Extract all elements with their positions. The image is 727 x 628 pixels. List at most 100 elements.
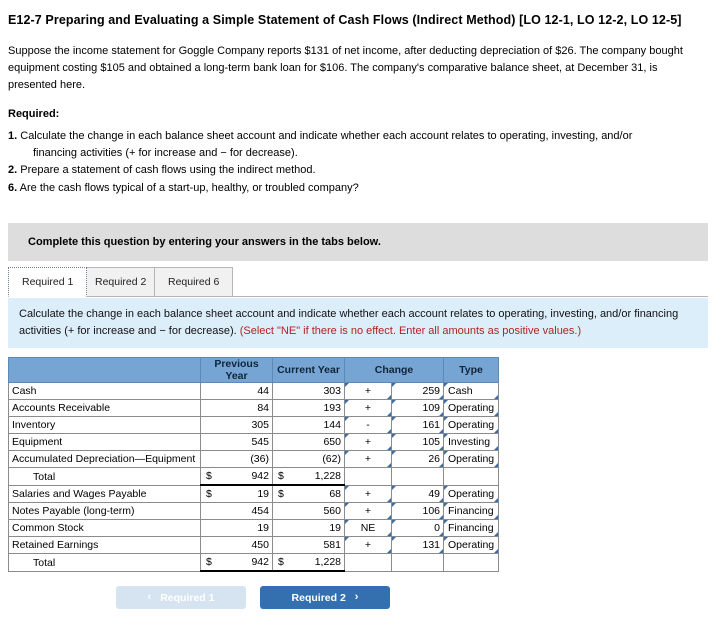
row-change-sign-select[interactable]: +: [344, 484, 392, 504]
row-change-sign-select[interactable]: +: [344, 536, 392, 555]
next-required-label: Required 2: [291, 591, 346, 604]
table-row: Total $942 $1,228: [8, 467, 500, 487]
row-change-amount-blank: [390, 553, 445, 572]
row-type-select[interactable]: Financing: [443, 519, 500, 538]
required-item: 1. Calculate the change in each balance …: [8, 128, 717, 161]
row-change-sign-select[interactable]: +: [344, 433, 392, 452]
row-change-amount-input[interactable]: 131: [390, 536, 445, 555]
row-change-amount-input[interactable]: 49: [390, 484, 445, 504]
row-change-sign-select[interactable]: -: [344, 416, 392, 435]
row-account-label: Common Stock: [8, 519, 201, 538]
row-type-select[interactable]: Operating: [443, 484, 500, 504]
row-type-select[interactable]: Financing: [443, 502, 500, 521]
previous-required-button[interactable]: ‹ Required 1: [116, 586, 246, 610]
row-account-label: Salaries and Wages Payable: [8, 484, 201, 504]
chevron-right-icon: ›: [354, 591, 359, 604]
dollar-sign: $: [278, 488, 284, 501]
row-type-blank: [443, 553, 500, 572]
row-current-year-value: 581: [323, 539, 341, 552]
row-current-year: 560: [272, 502, 345, 521]
exercise-page: E12-7 Preparing and Evaluating a Simple …: [0, 0, 727, 610]
row-type-select[interactable]: Operating: [443, 399, 500, 418]
row-type-select[interactable]: Cash: [443, 382, 500, 401]
row-previous-year: $19: [200, 484, 273, 504]
instruction-banner-text: Complete this question by entering your …: [28, 236, 381, 249]
row-current-year-value: 560: [323, 505, 341, 518]
tab-label: Required 6: [168, 276, 220, 289]
required-heading: Required:: [8, 108, 60, 121]
row-change-amount-input[interactable]: 161: [390, 416, 445, 435]
col-current-year: Current Year: [272, 357, 345, 384]
table-row: Common Stock 19 19 NE 0 Financing: [8, 519, 500, 538]
balance-sheet-table: Previous Year Current Year Change Type C…: [8, 357, 500, 573]
tab-required-2[interactable]: Required 2: [81, 267, 161, 298]
row-previous-year: $942: [200, 467, 273, 487]
required-item-continuation: financing activities (+ for increase and…: [33, 146, 298, 159]
row-current-year-value: 193: [323, 402, 341, 415]
row-current-year-value: 68: [329, 488, 341, 501]
required-item: 6. Are the cash flows typical of a start…: [8, 180, 717, 197]
row-previous-year: 84: [200, 399, 273, 418]
row-current-year-value: 144: [323, 419, 341, 432]
requirement-info-text: Calculate the change in each balance she…: [19, 306, 694, 339]
row-previous-year-value: 44: [257, 385, 269, 398]
row-change-sign-blank: [344, 553, 392, 572]
table-row: Notes Payable (long-term) 454 560 +106 Finan…: [8, 502, 500, 521]
row-type-select[interactable]: Operating: [443, 536, 500, 555]
next-required-button[interactable]: Required 2 ›: [260, 586, 390, 610]
row-current-year: $1,228: [272, 467, 345, 487]
row-previous-year-value: 942: [251, 470, 269, 483]
table-row: Cash 44 303 +259 Cash: [8, 382, 500, 401]
row-previous-year-value: 454: [251, 505, 269, 518]
row-change-sign-select[interactable]: +: [344, 502, 392, 521]
col-change: Change: [343, 357, 445, 384]
row-account-label: Equipment: [8, 433, 201, 452]
row-account-label: Total: [8, 467, 201, 486]
row-current-year: $68: [272, 484, 345, 504]
row-change-amount-input[interactable]: 105: [390, 433, 445, 452]
balance-sheet-table-wrap: Previous Year Current Year Change Type C…: [8, 357, 500, 573]
row-previous-year: 305: [200, 416, 273, 435]
row-previous-year: 19: [200, 519, 273, 538]
row-change-amount-input[interactable]: 259: [390, 382, 445, 401]
requirement-info-hint: (Select "NE" if there is no effect. Ente…: [239, 324, 582, 337]
row-current-year-value: 650: [323, 436, 341, 449]
required-item: 2. Prepare a statement of cash flows usi…: [8, 162, 717, 179]
row-change-amount-input[interactable]: 106: [390, 502, 445, 521]
row-current-year-value: 1,228: [314, 556, 341, 569]
row-previous-year-value: (36): [250, 453, 269, 466]
row-account-label: Retained Earnings: [8, 536, 201, 555]
tab-required-6[interactable]: Required 6: [154, 267, 234, 298]
row-type-select[interactable]: Investing: [443, 433, 500, 452]
row-previous-year: $942: [200, 553, 273, 573]
row-current-year-value: 1,228: [314, 470, 341, 483]
tab-required-1[interactable]: Required 1: [8, 267, 88, 298]
row-account-label: Notes Payable (long-term): [8, 502, 201, 521]
instruction-banner: Complete this question by entering your …: [8, 223, 708, 262]
row-change-amount-input[interactable]: 109: [390, 399, 445, 418]
row-previous-year-value: 942: [251, 556, 269, 569]
row-current-year: 193: [272, 399, 345, 418]
row-type-select[interactable]: Operating: [443, 450, 500, 469]
row-change-sign-select[interactable]: +: [344, 382, 392, 401]
row-change-sign-select[interactable]: NE: [344, 519, 392, 538]
row-change-amount-blank: [390, 467, 445, 486]
row-current-year: 303: [272, 382, 345, 401]
navigation-row: ‹ Required 1 Required 2 ›: [8, 586, 498, 610]
row-change-amount-input[interactable]: 0: [390, 519, 445, 538]
row-previous-year-value: 84: [257, 402, 269, 415]
row-previous-year: 44: [200, 382, 273, 401]
row-previous-year: (36): [200, 450, 273, 469]
required-item-text: Prepare a statement of cash flows using …: [20, 164, 316, 177]
col-previous-year: Previous Year: [200, 357, 273, 384]
row-change-sign-select[interactable]: +: [344, 450, 392, 469]
row-type-select[interactable]: Operating: [443, 416, 500, 435]
dollar-sign: $: [278, 470, 284, 483]
row-type-blank: [443, 467, 500, 486]
row-account-label: Accumulated Depreciation—Equipment: [8, 450, 201, 469]
row-change-sign-select[interactable]: +: [344, 399, 392, 418]
row-current-year-value: (62): [322, 453, 341, 466]
row-account-label: Accounts Receivable: [8, 399, 201, 418]
row-change-amount-input[interactable]: 26: [390, 450, 445, 469]
page-title: E12-7 Preparing and Evaluating a Simple …: [8, 13, 682, 27]
